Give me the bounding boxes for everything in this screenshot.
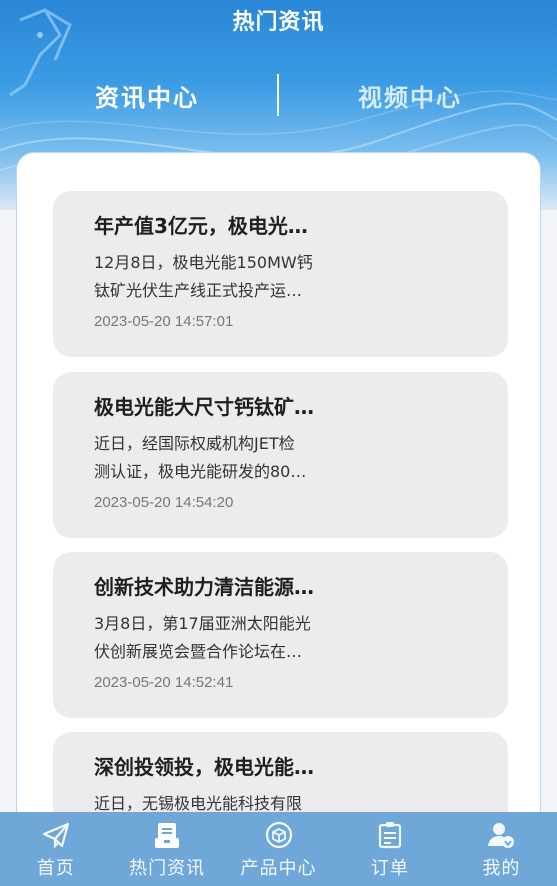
tabbar-label: 订单 — [370, 858, 409, 879]
tabbar-item-mine[interactable]: 我的 — [446, 812, 557, 886]
content-tabs: 资讯中心 视频中心 — [0, 70, 557, 120]
tabbar-label: 产品中心 — [240, 858, 317, 879]
news-panel: 年产值3亿元，极电光… 12月8日，极电光能150MW钙 钛矿光伏生产线正式投产… — [16, 152, 541, 886]
news-card[interactable]: 创新技术助力清洁能源… 3月8日，第17届亚洲太阳能光 伏创新展览会暨合作论坛在… — [53, 552, 508, 718]
news-title: 极电光能大尺寸钙钛矿… — [94, 395, 314, 419]
user-icon — [488, 823, 515, 848]
news-card[interactable]: 极电光能大尺寸钙钛矿… 近日，经国际权威机构JET检 测认证，极电光能研发的80… — [53, 372, 508, 538]
tabbar-label: 首页 — [36, 858, 75, 879]
product-box-icon — [265, 821, 292, 849]
tab-news-center[interactable]: 资讯中心 — [47, 78, 247, 113]
tabbar-item-orders[interactable]: 订单 — [334, 812, 445, 886]
tabbar-item-products[interactable]: 产品中心 — [223, 812, 334, 886]
news-summary: 12月8日，极电光能150MW钙 钛矿光伏生产线正式投产运… — [94, 253, 313, 300]
news-icon — [155, 823, 180, 848]
news-timestamp: 2023-05-20 14:54:20 — [94, 494, 234, 511]
news-timestamp: 2023-05-20 14:52:41 — [94, 674, 234, 691]
news-title: 创新技术助力清洁能源… — [94, 575, 314, 599]
news-card[interactable]: 年产值3亿元，极电光… 12月8日，极电光能150MW钙 钛矿光伏生产线正式投产… — [53, 191, 508, 357]
news-timestamp: 2023-05-20 14:57:01 — [94, 313, 234, 330]
news-title: 年产值3亿元，极电光… — [94, 214, 308, 238]
bottom-tabbar: 首页 热门资讯 产品中心 订单 我的 — [0, 812, 557, 886]
tabbar-item-hot-news[interactable]: 热门资讯 — [111, 812, 222, 886]
tabbar-label: 我的 — [482, 858, 521, 879]
news-title: 深创投领投，极电光能… — [94, 755, 314, 779]
page-title: 热门资讯 — [232, 10, 325, 35]
tabbar-label: 热门资讯 — [129, 858, 206, 879]
paper-plane-icon — [42, 822, 69, 849]
tabbar-item-home[interactable]: 首页 — [0, 812, 111, 886]
news-summary: 近日，经国际权威机构JET检 测认证，极电光能研发的80… — [94, 434, 307, 481]
news-summary: 3月8日，第17届亚洲太阳能光 伏创新展览会暨合作论坛在… — [94, 614, 311, 661]
order-icon — [378, 822, 402, 849]
tab-video-center[interactable]: 视频中心 — [310, 78, 510, 113]
tab-divider — [277, 74, 279, 116]
